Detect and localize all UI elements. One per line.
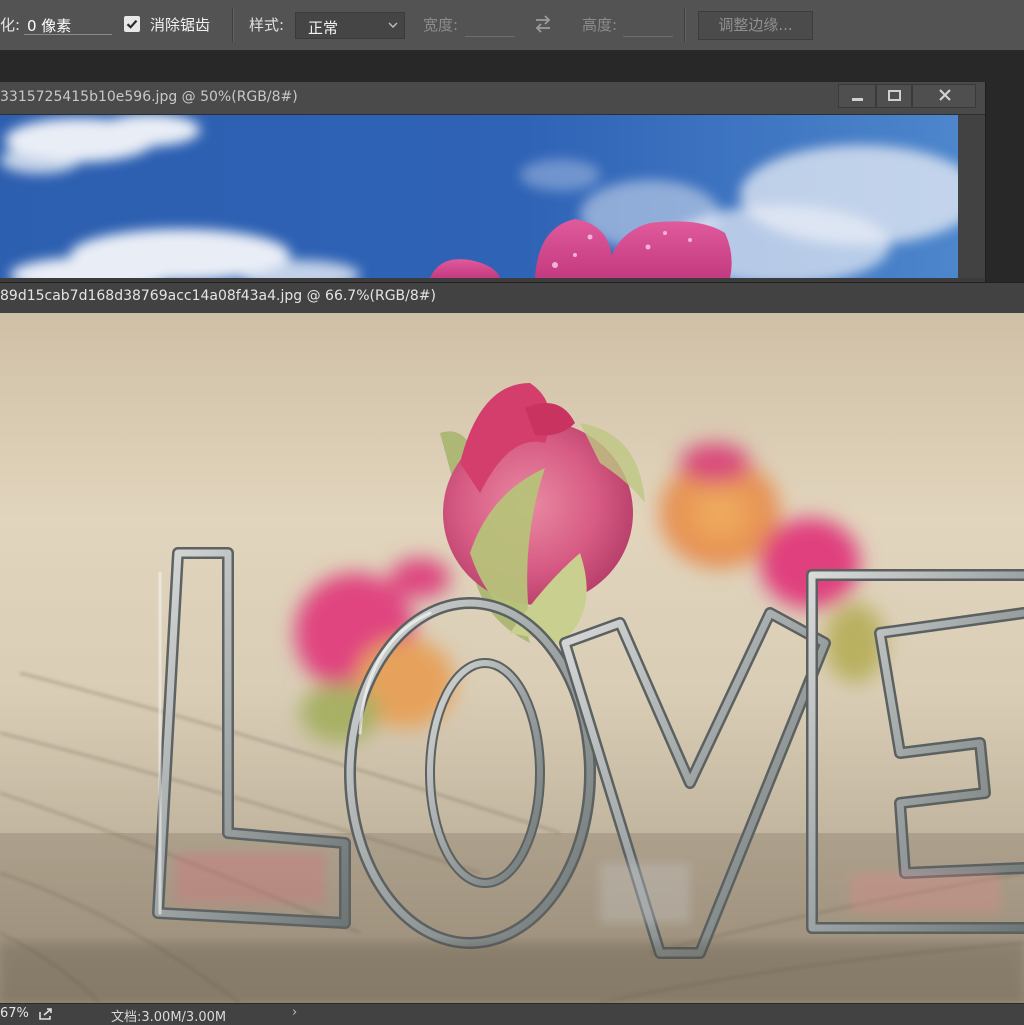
sky-flower-image <box>0 115 958 278</box>
minimize-icon <box>852 98 863 101</box>
document-size: 文档:3.00M/3.00M <box>111 1010 227 1025</box>
document-canvas-2[interactable] <box>0 313 1024 1003</box>
antialias-checkbox[interactable] <box>124 16 140 32</box>
options-bar: 化: 0 像素 消除锯齿 样式: 正常 宽度: 高度: 调整边缘... <box>0 0 1024 51</box>
feather-input[interactable]: 0 像素 <box>24 13 112 35</box>
width-label: 宽度: <box>423 16 459 34</box>
maximize-icon <box>888 90 901 101</box>
checkmark-icon <box>126 19 138 29</box>
document-window-1: 3315725415b10e596.jpg @ 50%(RGB/8#) <box>0 82 986 282</box>
maximize-button[interactable] <box>876 84 912 108</box>
style-select[interactable]: 正常 <box>295 12 405 39</box>
chevron-down-icon <box>388 22 398 28</box>
width-input[interactable] <box>465 14 515 37</box>
close-button[interactable] <box>912 84 976 108</box>
export-icon[interactable] <box>38 1007 54 1021</box>
status-bar: 67% 文档:3.00M/3.00M › <box>0 1003 1024 1025</box>
refine-edge-button[interactable]: 调整边缘... <box>698 11 813 40</box>
love-letters-image <box>0 313 1024 1003</box>
status-menu-arrow[interactable]: › <box>292 1005 297 1020</box>
document-title-1: 3315725415b10e596.jpg @ 50%(RGB/8#) <box>0 89 298 105</box>
minimize-button[interactable] <box>838 84 876 108</box>
style-label: 样式: <box>249 16 285 34</box>
document-title-bar-2[interactable]: 89d15cab7d168d38769acc14a08f43a4.jpg @ 6… <box>0 282 1024 314</box>
close-icon <box>939 89 951 101</box>
separator <box>684 8 686 42</box>
document-title-bar-1[interactable]: 3315725415b10e596.jpg @ 50%(RGB/8#) <box>0 82 985 115</box>
feather-label: 化: <box>0 16 21 34</box>
swap-icon[interactable] <box>533 14 553 34</box>
height-input[interactable] <box>623 14 673 37</box>
document-canvas-1[interactable] <box>0 115 958 278</box>
workspace-background <box>0 51 1024 82</box>
document-title-2: 89d15cab7d168d38769acc14a08f43a4.jpg @ 6… <box>0 288 436 304</box>
style-select-value: 正常 <box>308 19 339 37</box>
antialias-label: 消除锯齿 <box>150 16 211 34</box>
document-scrollbar-1[interactable] <box>958 115 985 278</box>
separator <box>232 8 234 42</box>
height-label: 高度: <box>582 16 618 34</box>
zoom-level[interactable]: 67% <box>0 1006 29 1021</box>
